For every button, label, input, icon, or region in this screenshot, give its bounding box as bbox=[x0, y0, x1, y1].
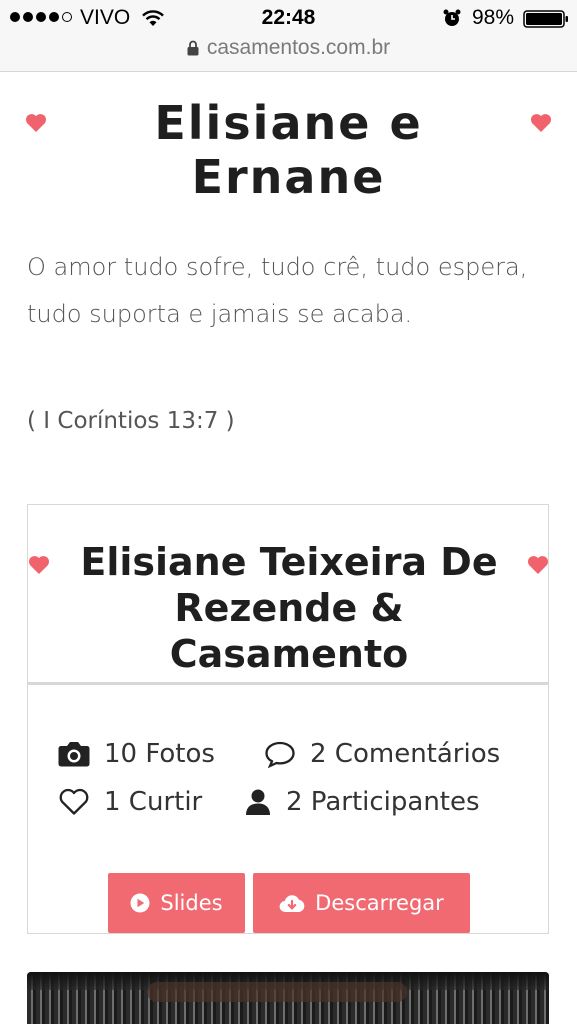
album-title[interactable]: Elisiane Teixeira De Rezende & Casamento bbox=[64, 539, 514, 677]
heart-icon bbox=[527, 556, 549, 574]
album-card: Elisiane Teixeira De Rezende & Casamento… bbox=[27, 504, 549, 934]
participants-count-label: 2 Participantes bbox=[286, 787, 480, 817]
heart-icon bbox=[25, 114, 47, 132]
album-header: Elisiane Teixeira De Rezende & Casamento bbox=[28, 505, 549, 685]
likes-count[interactable]: 1 Curtir bbox=[58, 787, 202, 817]
participants-count[interactable]: 2 Participantes bbox=[244, 787, 480, 817]
play-circle-icon bbox=[130, 893, 150, 913]
photos-count-label: 10 Fotos bbox=[104, 739, 215, 769]
comment-icon bbox=[265, 741, 295, 768]
quote-reference: ( I Coríntios 13:7 ) bbox=[27, 408, 235, 434]
photos-count[interactable]: 10 Fotos bbox=[58, 739, 215, 769]
battery-icon bbox=[523, 10, 568, 28]
bible-quote: O amor tudo sofre, tudo crê, tudo espera… bbox=[27, 253, 528, 328]
heart-icon bbox=[530, 114, 552, 132]
download-button[interactable]: Descarregar bbox=[253, 873, 470, 933]
browser-chrome: VIVO 22:48 98% casamentos.com.br bbox=[0, 0, 577, 72]
slides-button[interactable]: Slides bbox=[108, 873, 245, 933]
slides-button-label: Slides bbox=[160, 891, 223, 915]
comments-count-label: 2 Comentários bbox=[310, 739, 501, 769]
lock-icon bbox=[187, 40, 199, 56]
url-text: casamentos.com.br bbox=[206, 36, 391, 59]
download-button-label: Descarregar bbox=[315, 891, 444, 915]
address-bar[interactable]: casamentos.com.br bbox=[0, 36, 577, 66]
heart-outline-icon bbox=[59, 788, 89, 815]
comments-count[interactable]: 2 Comentários bbox=[264, 739, 500, 769]
album-cover-photo[interactable] bbox=[27, 972, 549, 1024]
likes-count-label: 1 Curtir bbox=[104, 787, 203, 817]
user-icon bbox=[246, 789, 270, 815]
battery-percentage: 98% bbox=[472, 6, 515, 29]
page-title: Elisiane e Ernane bbox=[154, 96, 423, 204]
camera-icon bbox=[58, 742, 90, 767]
heart-icon bbox=[28, 556, 50, 574]
cloud-download-icon bbox=[279, 895, 305, 913]
alarm-icon bbox=[443, 9, 461, 26]
status-bar: VIVO 22:48 98% bbox=[0, 0, 577, 36]
